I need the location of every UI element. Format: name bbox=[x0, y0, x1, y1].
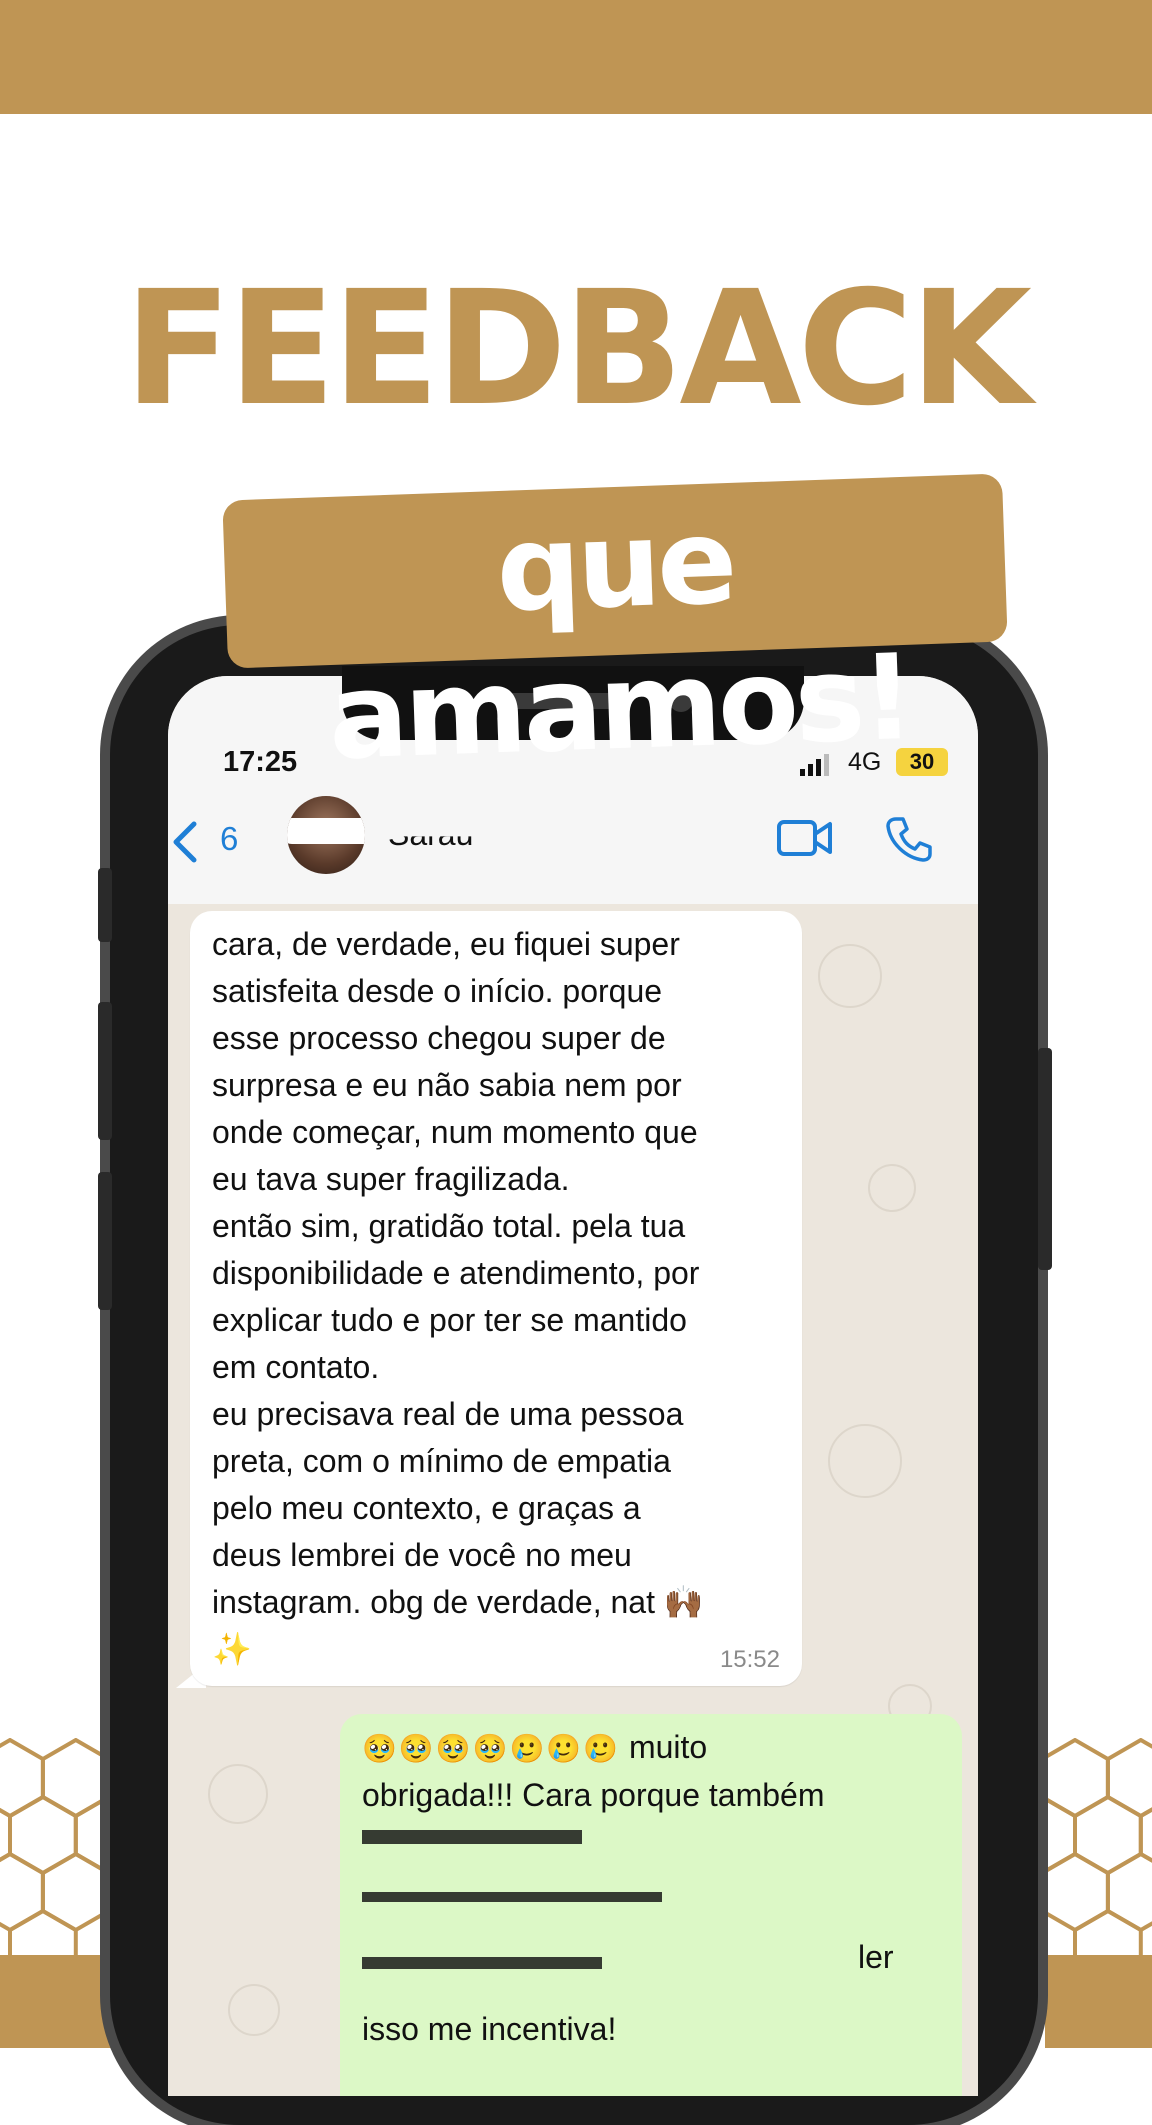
incoming-message-time: 15:52 bbox=[719, 1646, 780, 1673]
wallpaper-doodle bbox=[818, 944, 882, 1008]
headline: FEEDBACK bbox=[123, 257, 1032, 441]
outgoing-emoji-row: 🥹🥹🥹🥹🥲🥲🥲 bbox=[362, 1733, 621, 1764]
incoming-message-bubble[interactable]: cara, de verdade, eu fiquei super satisf… bbox=[190, 911, 802, 1686]
outgoing-message-partial-word: ler bbox=[858, 1939, 894, 1975]
back-button[interactable]: 6 bbox=[170, 812, 260, 872]
top-brand-band bbox=[0, 0, 1152, 114]
outgoing-message-text: 🥹🥹🥹🥹🥲🥲🥲 muito obrigada!!! Cara porque ta… bbox=[362, 1724, 952, 1819]
obscured-text-line bbox=[362, 1830, 582, 1844]
outgoing-message-bubble[interactable]: 🥹🥹🥹🥹🥲🥲🥲 muito obrigada!!! Cara porque ta… bbox=[340, 1714, 962, 2096]
video-call-icon[interactable] bbox=[776, 818, 834, 858]
bottom-brand-band-left bbox=[0, 1955, 115, 2048]
avatar-redaction bbox=[287, 818, 365, 844]
wallpaper-doodle bbox=[228, 1984, 280, 2036]
incoming-message-text: cara, de verdade, eu fiquei super satisf… bbox=[212, 926, 704, 1667]
wallpaper-doodle bbox=[868, 1164, 916, 1212]
contact-name[interactable]: Sarau bbox=[388, 836, 473, 853]
honeycomb-cell bbox=[0, 1851, 45, 1933]
phone-mute-switch bbox=[98, 868, 112, 942]
phone-screen: 17:25 4G 30 6 Sarau cara, de verdade, eu… bbox=[168, 676, 978, 2096]
honeycomb-cell bbox=[0, 1807, 12, 1863]
contact-avatar[interactable] bbox=[287, 796, 365, 874]
honeycomb-cell bbox=[8, 1908, 78, 1955]
honeycomb-left-decoration bbox=[0, 1738, 115, 1955]
wallpaper-doodle bbox=[828, 1424, 902, 1498]
chat-header: 6 Sarau bbox=[168, 786, 978, 905]
outgoing-message-text-end: isso me incentiva! bbox=[362, 2011, 617, 2047]
tagline-badge: que amamos! bbox=[222, 473, 1008, 786]
wallpaper-doodle bbox=[208, 1764, 268, 1824]
honeycomb-cell bbox=[1035, 1794, 1077, 1876]
honeycomb-right-decoration bbox=[1035, 1738, 1152, 1955]
back-unread-count: 6 bbox=[220, 820, 239, 857]
honeycomb-cell bbox=[1073, 1908, 1143, 1955]
honeycomb-cell bbox=[0, 1738, 45, 1819]
bottom-brand-band-right bbox=[1045, 1955, 1152, 2048]
chevron-left-icon bbox=[173, 821, 197, 863]
phone-power-button bbox=[1038, 1048, 1052, 1270]
obscured-text-line bbox=[362, 1957, 602, 1969]
voice-call-icon[interactable] bbox=[884, 814, 934, 864]
phone-volume-up-button bbox=[98, 1002, 112, 1140]
obscured-text-line bbox=[362, 1892, 662, 1902]
honeycomb-cell bbox=[1105, 1738, 1152, 1819]
honeycomb-cell bbox=[1105, 1851, 1152, 1933]
tagline: que amamos! bbox=[326, 491, 914, 786]
phone-volume-down-button bbox=[98, 1172, 112, 1310]
